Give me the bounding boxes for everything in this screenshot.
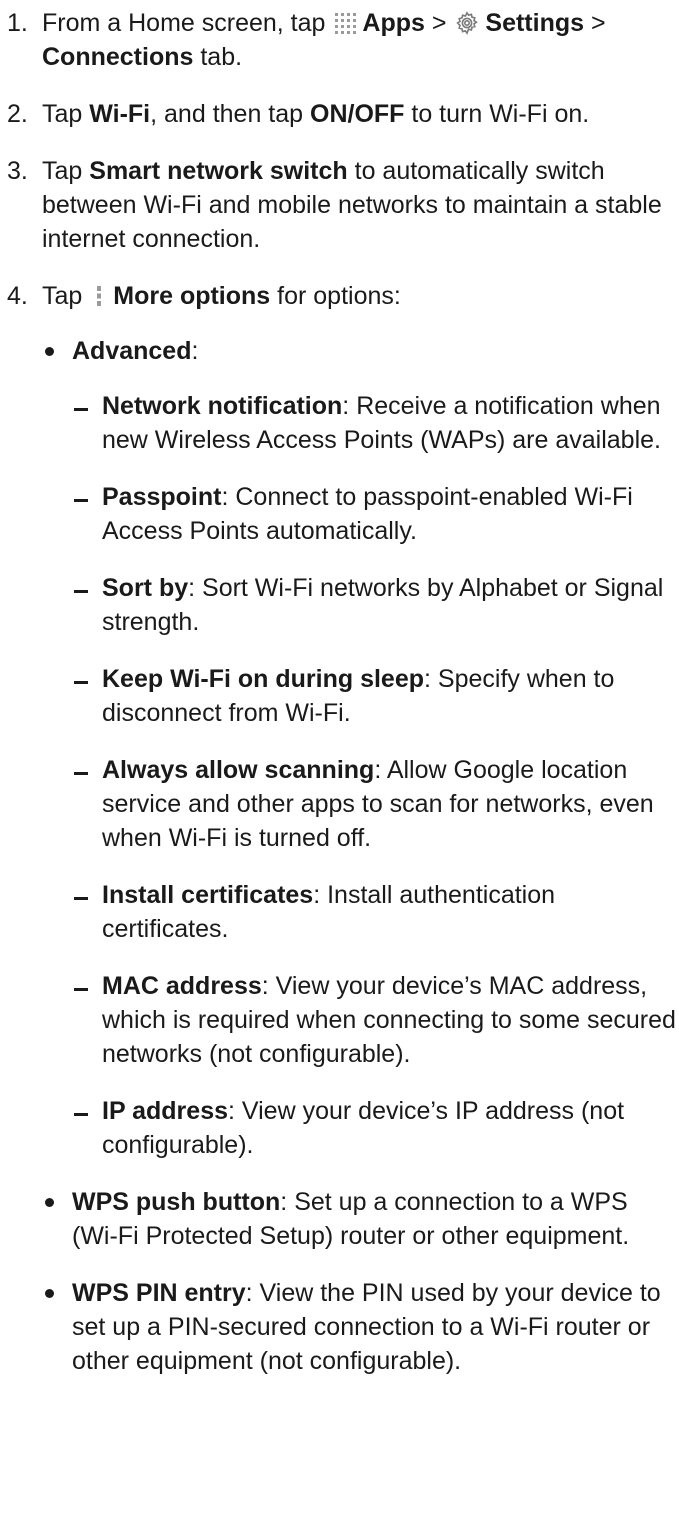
dash-marker — [74, 988, 88, 991]
step-number: 3. — [7, 157, 28, 185]
step-text: , and then tap — [150, 100, 310, 128]
advanced-item-keep-wifi-on: Keep Wi-Fi on during sleep: Specify when… — [72, 662, 679, 730]
dash-marker — [74, 772, 88, 775]
dash-marker — [74, 499, 88, 502]
more-options-label: More options — [113, 282, 271, 310]
advanced-item-sort-by: Sort by: Sort Wi-Fi networks by Alphabet… — [72, 571, 679, 639]
step-4: 4. Tap More options for options: Advance… — [0, 279, 679, 1378]
bullet-dot — [45, 347, 54, 356]
smart-network-switch-label: Smart network switch — [89, 157, 348, 185]
option-term: WPS PIN entry — [72, 1279, 246, 1307]
item-term: Install certificates — [102, 881, 314, 909]
step-number: 4. — [7, 282, 28, 310]
on-off-label: ON/OFF — [310, 100, 405, 128]
apps-label: Apps — [362, 9, 425, 37]
apps-grid-icon — [334, 9, 357, 34]
option-wps-push-button: WPS push button: Set up a connection to … — [42, 1185, 679, 1253]
advanced-options-list: Network notification: Receive a notifica… — [72, 389, 679, 1162]
step-number: 2. — [7, 100, 28, 128]
item-term: IP address — [102, 1097, 229, 1125]
option-wps-pin-entry: WPS PIN entry: View the PIN used by your… — [42, 1276, 679, 1378]
bullet-dot — [45, 1198, 54, 1207]
step-text: to turn Wi-Fi on. — [404, 100, 590, 128]
advanced-item-install-certificates: Install certificates: Install authentica… — [72, 878, 679, 946]
item-term: Passpoint — [102, 483, 222, 511]
option-term: Advanced — [72, 337, 192, 365]
dash-marker — [74, 590, 88, 593]
dash-marker — [74, 1113, 88, 1116]
more-options-icon — [95, 283, 103, 307]
advanced-item-mac-address: MAC address: View your device’s MAC addr… — [72, 969, 679, 1071]
item-term: Sort by — [102, 574, 189, 602]
advanced-item-network-notification: Network notification: Receive a notifica… — [72, 389, 679, 457]
advanced-item-always-allow-scanning: Always allow scanning: Allow Google loca… — [72, 753, 679, 855]
option-advanced: Advanced: Network notification: Receive … — [42, 334, 679, 1162]
step-text: tab. — [193, 43, 243, 71]
step-2: 2. Tap Wi-Fi, and then tap ON/OFF to tur… — [0, 97, 679, 131]
step-text: Tap — [42, 100, 90, 128]
advanced-item-ip-address: IP address: View your device’s IP addres… — [72, 1094, 679, 1162]
dash-marker — [74, 681, 88, 684]
dash-marker — [74, 897, 88, 900]
item-term: MAC address — [102, 972, 262, 1000]
settings-gear-icon — [455, 10, 479, 35]
option-desc: : — [191, 337, 199, 365]
instruction-page: 1. From a Home screen, tap Apps > Settin… — [0, 6, 679, 1534]
steps-list: 1. From a Home screen, tap Apps > Settin… — [0, 6, 679, 1378]
separator-text: > — [424, 9, 454, 37]
wifi-label: Wi-Fi — [89, 100, 151, 128]
connections-label: Connections — [42, 43, 194, 71]
step-3: 3. Tap Smart network switch to automatic… — [0, 154, 679, 256]
step-text: for options: — [270, 282, 401, 310]
option-term: WPS push button — [72, 1188, 281, 1216]
bullet-dot — [45, 1289, 54, 1298]
step-1: 1. From a Home screen, tap Apps > Settin… — [0, 6, 679, 74]
item-term: Keep Wi-Fi on during sleep — [102, 665, 425, 693]
options-list: Advanced: Network notification: Receive … — [42, 334, 679, 1378]
step-text: Tap — [42, 157, 90, 185]
separator-text: > — [584, 9, 606, 37]
step-text: Tap — [42, 282, 90, 310]
item-term: Always allow scanning — [102, 756, 375, 784]
item-term: Network notification — [102, 392, 343, 420]
advanced-item-passpoint: Passpoint: Connect to passpoint-enabled … — [72, 480, 679, 548]
dash-marker — [74, 408, 88, 411]
step-number: 1. — [7, 9, 28, 37]
settings-label: Settings — [485, 9, 585, 37]
step-text: From a Home screen, tap — [42, 9, 333, 37]
